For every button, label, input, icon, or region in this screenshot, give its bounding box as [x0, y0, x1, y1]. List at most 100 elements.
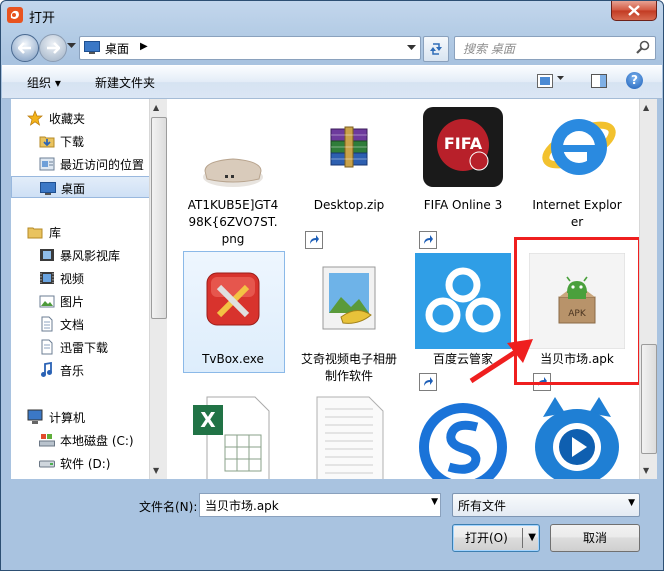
filename-value: 当贝市场.apk	[205, 499, 279, 513]
sidebar-item-libraries[interactable]: 库	[11, 221, 150, 243]
document-icon	[41, 316, 53, 332]
filetype-select[interactable]: 所有文件 ▼	[452, 493, 640, 517]
file-list-scrollbar[interactable]: ▲ ▼	[639, 99, 657, 479]
star-icon	[27, 110, 43, 126]
sidebar-item-label: 迅雷下载	[60, 341, 109, 355]
sidebar-item-desktop[interactable]: 桌面	[11, 176, 150, 198]
sidebar-item-label: 暴风影视库	[60, 249, 121, 263]
picture-icon	[39, 295, 55, 308]
help-button[interactable]: ?	[626, 72, 643, 89]
sidebar-item-label: 最近访问的位置	[60, 158, 145, 172]
sidebar-item-favorites[interactable]: 收藏夹	[11, 107, 150, 129]
internet-explorer-icon	[542, 119, 616, 175]
sidebar-item-label: 收藏夹	[49, 112, 86, 126]
svg-text:X: X	[200, 408, 216, 432]
computer-icon	[27, 409, 43, 424]
address-dropdown[interactable]	[402, 37, 420, 59]
desktop-icon	[40, 182, 56, 195]
file-name: Internet Explorer	[532, 198, 622, 229]
recent-places-icon	[39, 157, 55, 171]
scroll-down-icon[interactable]: ▼	[153, 466, 159, 475]
address-text: 桌面	[105, 42, 130, 56]
app-logo-icon	[7, 7, 23, 23]
sidebar-item-recent-places[interactable]: 最近访问的位置	[11, 153, 150, 175]
sogou-browser-icon	[419, 403, 507, 479]
scroll-up-icon[interactable]: ▲	[153, 103, 159, 112]
search-box[interactable]: 搜索 桌面	[454, 36, 656, 60]
address-bar[interactable]: 桌面 ▶	[79, 36, 421, 60]
sidebar-item-label: 文档	[60, 318, 85, 332]
file-list-scroll-thumb[interactable]	[641, 344, 657, 454]
recent-pages-dropdown[interactable]	[67, 43, 76, 49]
back-button[interactable]	[11, 34, 39, 62]
refresh-button[interactable]	[423, 36, 449, 62]
open-dropdown-icon[interactable]: ▼	[528, 525, 536, 551]
shortcut-arrow-icon	[419, 231, 437, 249]
filename-input[interactable]: 当贝市场.apk ▼	[199, 493, 441, 517]
shortcut-arrow-icon	[419, 373, 437, 391]
local-disk-icon	[39, 434, 55, 447]
disk-icon	[39, 460, 55, 468]
breadcrumb-arrow-icon[interactable]: ▶	[140, 41, 148, 52]
video-library-icon	[40, 249, 54, 261]
video-player-icon	[535, 397, 619, 479]
sidebar-item-drive-c[interactable]: 本地磁盘 (C:)	[11, 429, 150, 451]
shortcut-arrow-icon	[305, 231, 323, 249]
sidebar-scrollbar[interactable]: ▲ ▼	[149, 99, 167, 479]
sidebar-item-videos[interactable]: 视频	[11, 267, 150, 289]
sidebar-item-computer[interactable]: 计算机	[11, 406, 150, 428]
sidebar-item-downloads[interactable]: 下载	[11, 130, 150, 152]
dialog-footer: 文件名(N): 当贝市场.apk ▼ 所有文件 ▼ 打开(O) ▼ 取消	[1, 481, 663, 570]
thunder-download-icon	[41, 339, 53, 355]
navigation-bar: 桌面 ▶ 搜索 桌面	[1, 31, 663, 63]
arrow-right-icon	[47, 42, 60, 54]
sidebar-item-label: 桌面	[61, 182, 86, 196]
navigation-pane: 收藏夹 下载 最近访问的位置 桌面 库 暴风影视库 视频 图片 文档 迅雷下载 …	[11, 99, 150, 479]
photo-album-maker-icon	[322, 266, 376, 330]
chevron-down-icon	[406, 45, 416, 50]
sidebar-item-label: 库	[49, 226, 62, 240]
sidebar-item-label: 图片	[60, 295, 85, 309]
button-split-divider	[522, 528, 523, 548]
search-icon	[636, 40, 650, 54]
new-folder-button[interactable]: 新建文件夹	[95, 74, 155, 91]
scroll-up-icon[interactable]: ▲	[643, 103, 649, 112]
sidebar-item-baofeng-library[interactable]: 暴风影视库	[11, 244, 150, 266]
chevron-down-icon: ▼	[628, 498, 635, 508]
file-name: TvBox.exe	[202, 352, 264, 366]
view-dropdown-icon[interactable]	[557, 76, 564, 81]
desktop-icon	[84, 41, 100, 54]
sidebar-item-documents[interactable]: 文档	[11, 313, 150, 335]
refresh-icon	[430, 43, 442, 55]
fifa-logo-text: FIFA	[444, 134, 483, 153]
scroll-down-icon[interactable]: ▼	[643, 466, 649, 475]
text-file-icon	[316, 396, 384, 479]
open-file-dialog: 打开 桌面 ▶ 搜索 桌面 组织 ▾ 新建文件夹 ? 收藏夹 下载 最近访问的位…	[0, 0, 664, 571]
file-name: 艾奇视频电子相册制作软件	[301, 352, 398, 383]
change-view-icon[interactable]	[537, 74, 553, 88]
arrow-left-icon	[18, 42, 31, 54]
sidebar-item-music[interactable]: 音乐	[11, 359, 150, 381]
cancel-button[interactable]: 取消	[550, 524, 640, 552]
preview-pane-icon[interactable]	[591, 74, 607, 88]
title-bar: 打开	[1, 1, 663, 29]
organize-menu[interactable]: 组织 ▾	[27, 74, 61, 91]
sidebar-item-label: 本地磁盘 (C:)	[60, 434, 134, 448]
chevron-down-icon[interactable]: ▼	[431, 497, 438, 507]
sidebar-item-pictures[interactable]: 图片	[11, 290, 150, 312]
sidebar-item-label: 软件 (D:)	[60, 457, 111, 471]
forward-button[interactable]	[39, 34, 67, 62]
sidebar-item-drive-d[interactable]: 软件 (D:)	[11, 452, 150, 474]
router-image-icon	[203, 158, 263, 187]
close-button[interactable]	[611, 1, 657, 21]
sidebar-item-label: 计算机	[49, 411, 86, 425]
music-icon	[41, 362, 52, 377]
open-button-label: 打开(O)	[465, 531, 508, 545]
fifa-online-icon: FIFA	[423, 107, 503, 187]
excel-file-icon: X	[193, 396, 270, 479]
sidebar-scroll-thumb[interactable]	[151, 117, 167, 319]
open-button[interactable]: 打开(O) ▼	[452, 524, 540, 552]
sidebar-item-thunder-downloads[interactable]: 迅雷下载	[11, 336, 150, 358]
download-folder-icon	[39, 136, 55, 148]
annotation-highlight-box	[514, 237, 641, 385]
